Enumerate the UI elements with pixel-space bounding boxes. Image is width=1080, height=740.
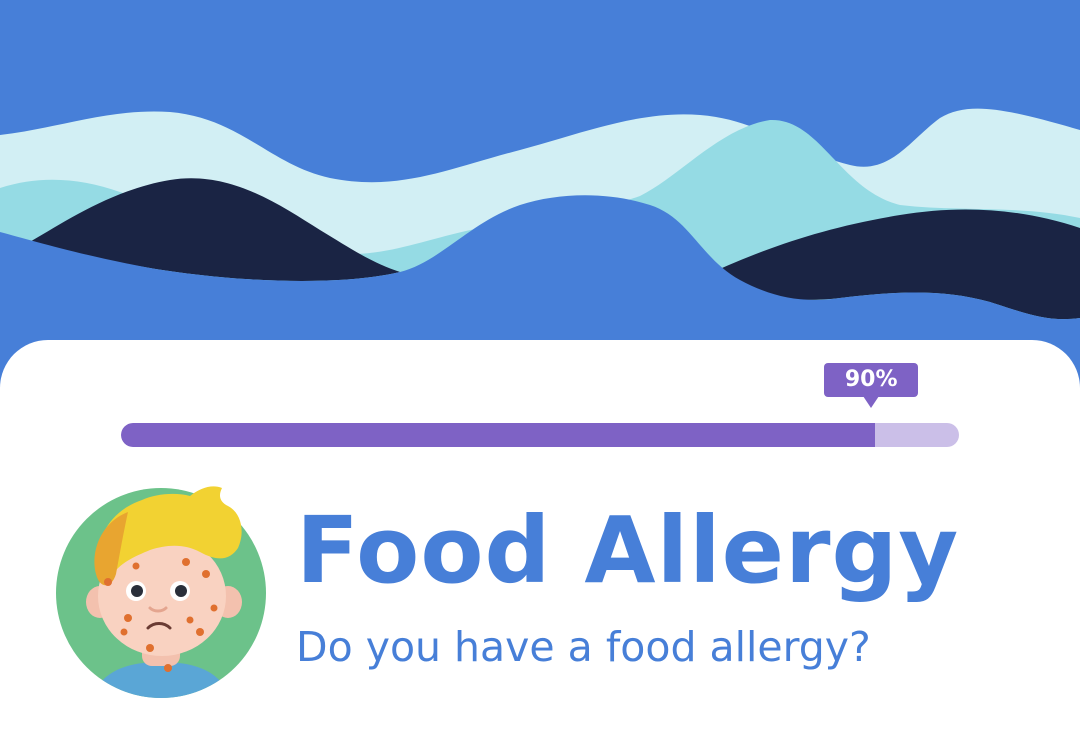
progress-percent-badge: 90% [824,363,919,408]
page-subtitle: Do you have a food allergy? [296,623,871,671]
progress-bar-fill [121,423,876,447]
avatar-left-pupil [131,585,143,597]
progress-percent-label: 90% [844,367,898,392]
allergic-boy-avatar-icon [56,486,266,698]
avatar-right-pupil [175,585,187,597]
page-title: Food Allergy [296,497,960,604]
badge-pointer [863,396,880,408]
progress-bar [121,423,959,447]
